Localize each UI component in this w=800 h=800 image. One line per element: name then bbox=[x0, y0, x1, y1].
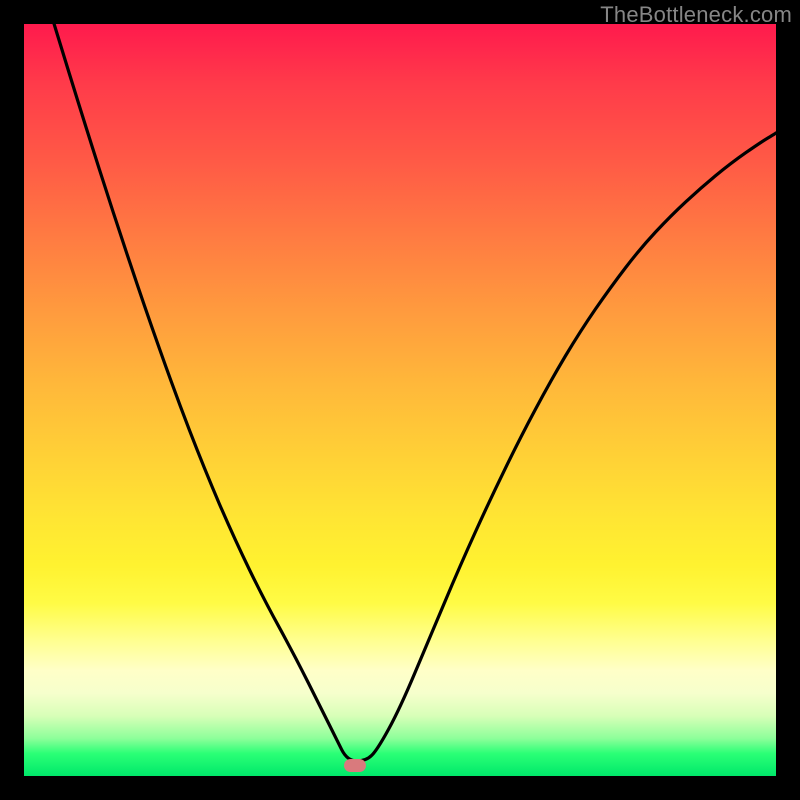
optimum-marker bbox=[344, 759, 366, 772]
plot-area bbox=[24, 24, 776, 776]
chart-frame: TheBottleneck.com bbox=[0, 0, 800, 800]
bottleneck-curve bbox=[24, 24, 776, 776]
watermark-text: TheBottleneck.com bbox=[600, 2, 792, 28]
